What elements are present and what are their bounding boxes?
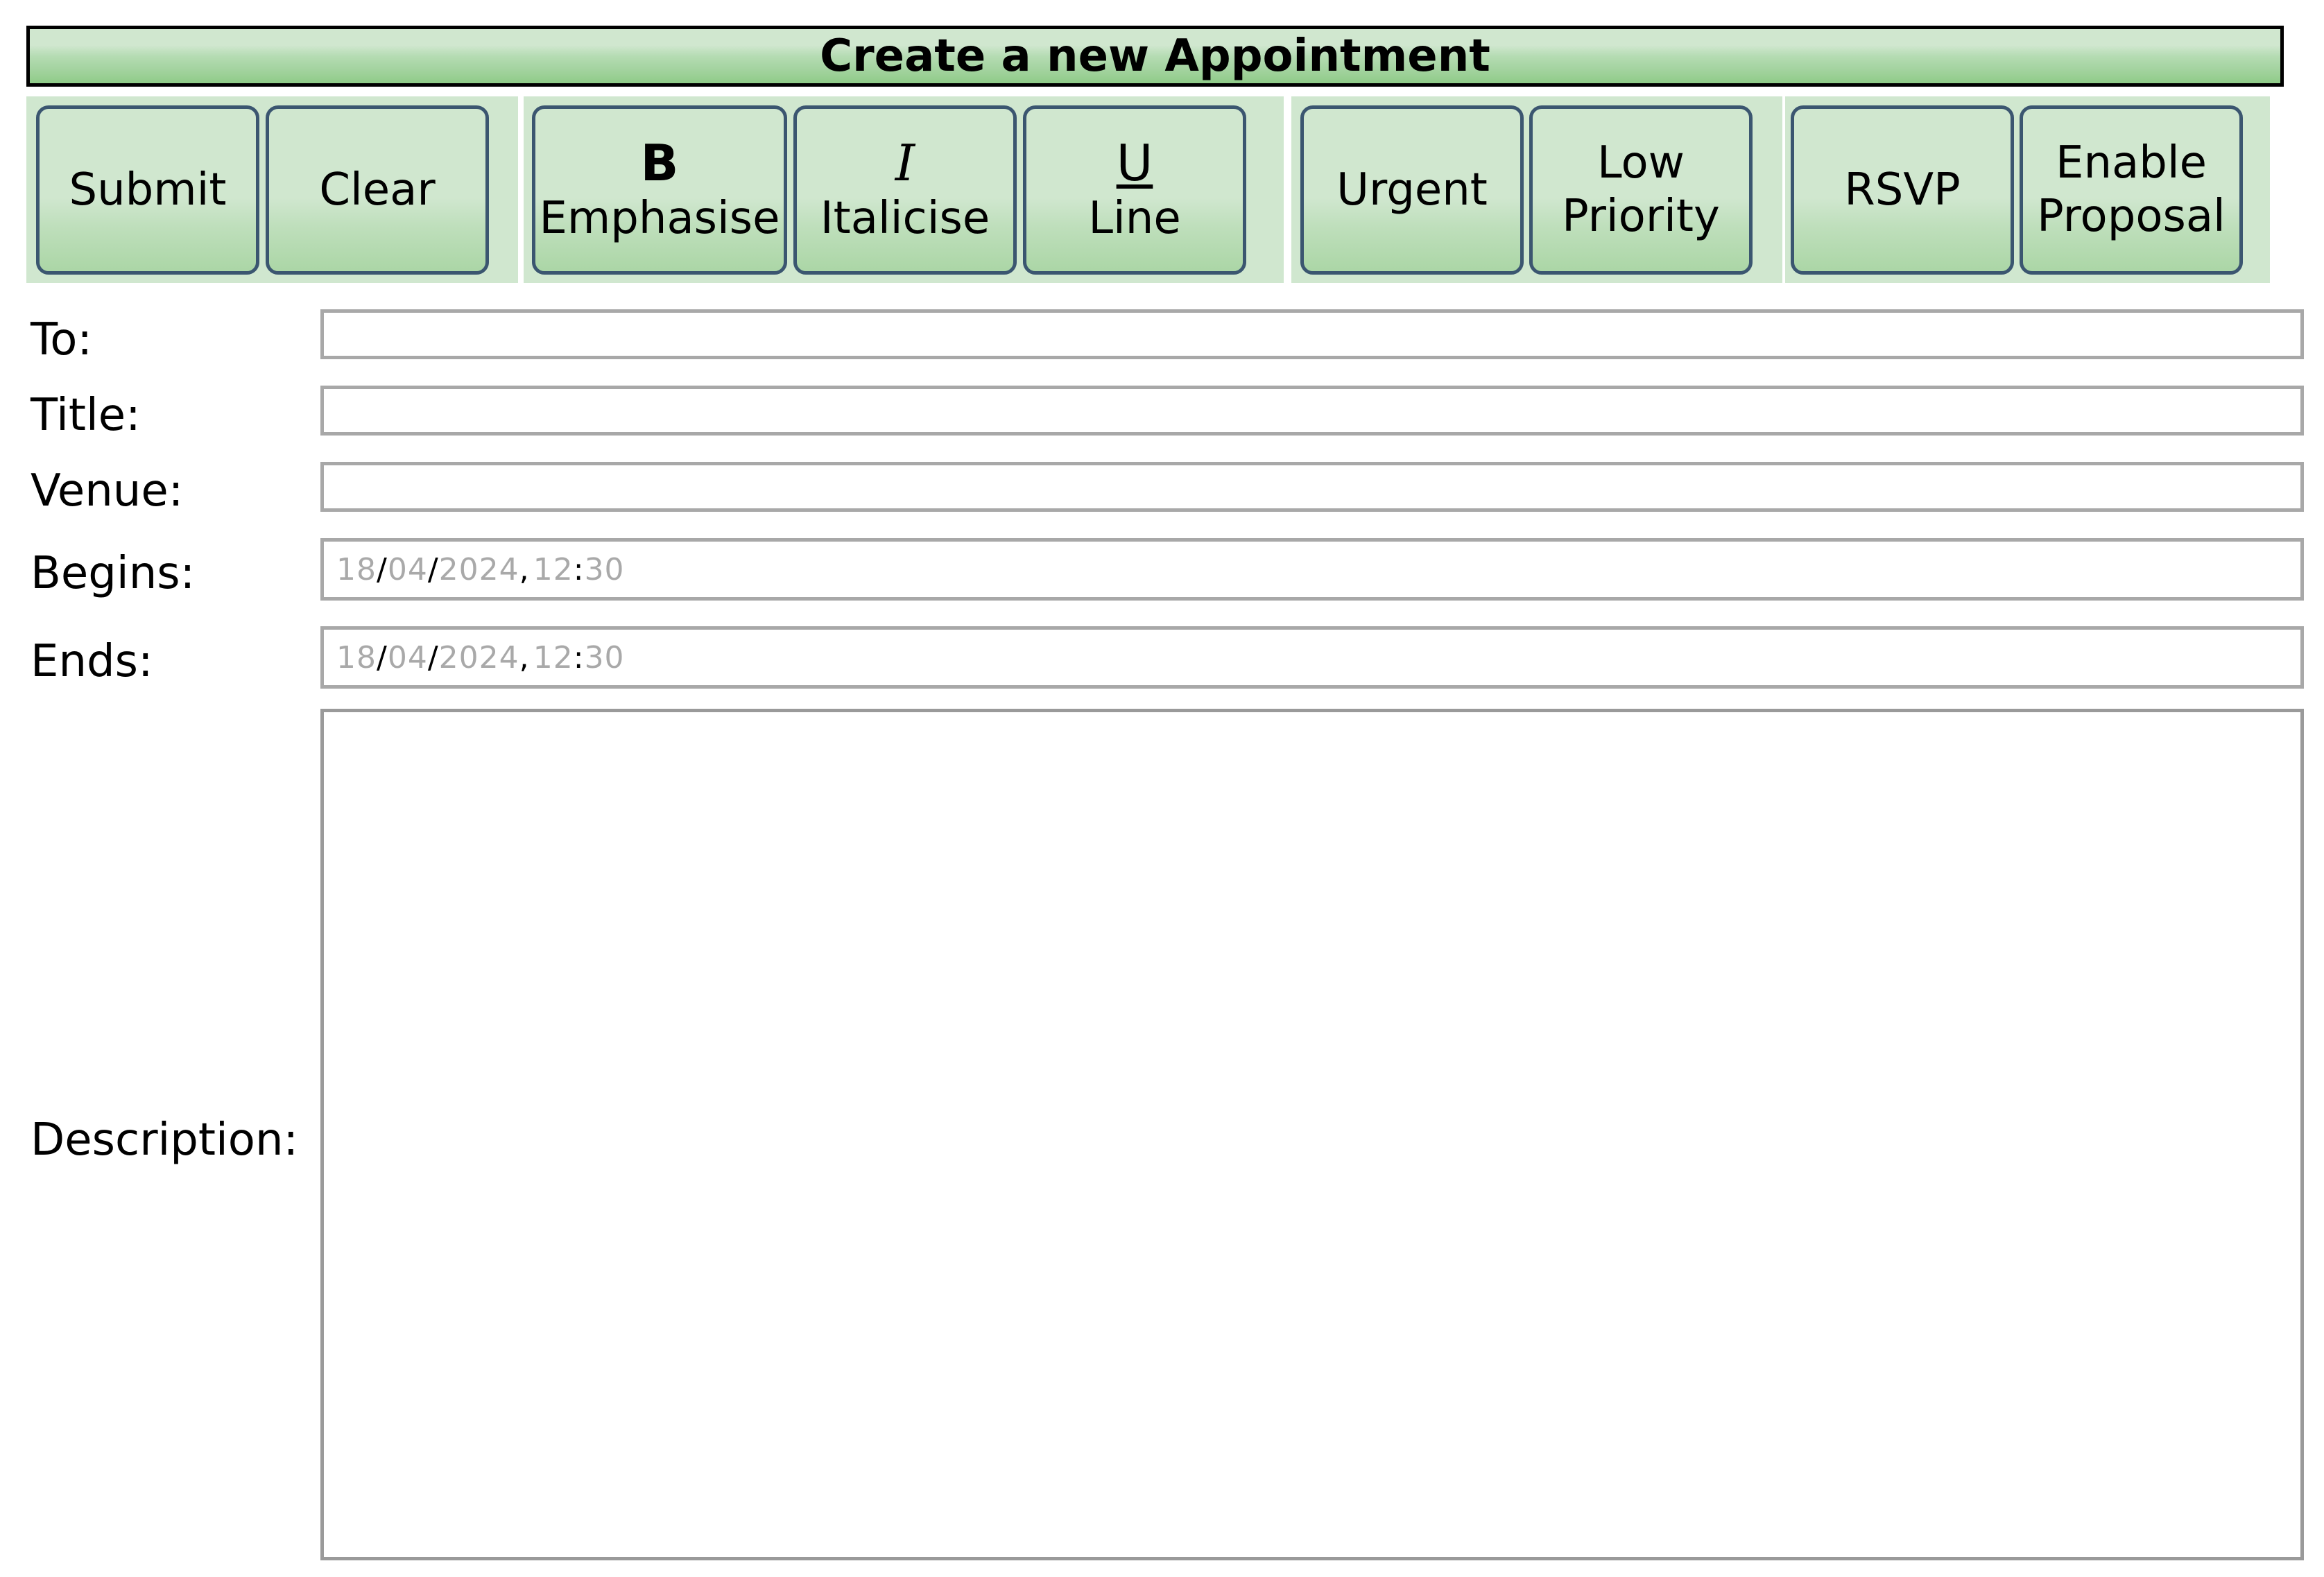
date-separator: / (377, 639, 388, 675)
to-input[interactable] (320, 309, 2304, 359)
emphasise-button-label: Emphasise (539, 193, 780, 244)
ends-hour[interactable]: 12 (533, 640, 574, 675)
low-priority-button-label: Low Priority (1562, 137, 1720, 242)
rsvp-button-label: RSVP (1844, 164, 1961, 216)
begins-day[interactable]: 18 (336, 552, 377, 587)
ends-day[interactable]: 18 (336, 640, 377, 675)
title-input[interactable] (320, 386, 2304, 436)
underline-icon: U (1116, 134, 1153, 193)
enable-proposal-button-label: Enable Proposal (2037, 137, 2226, 242)
begins-minute[interactable]: 30 (585, 552, 625, 587)
ends-datetime-input[interactable]: 18/04/2024, 12:30 (320, 626, 2304, 689)
ends-minute[interactable]: 30 (585, 640, 625, 675)
clear-button-label: Clear (319, 164, 436, 216)
low-priority-button[interactable]: Low Priority (1529, 105, 1753, 275)
underline-button-label: Line (1088, 193, 1181, 244)
toolbar-group-priority: Urgent Low Priority (1291, 96, 1782, 283)
ends-label: Ends: (31, 636, 153, 687)
to-label: To: (31, 314, 92, 365)
description-textarea[interactable] (320, 709, 2304, 1560)
venue-input[interactable] (320, 462, 2304, 512)
toolbar-group-actions: Submit Clear (26, 96, 518, 283)
date-separator: / (427, 551, 439, 587)
time-separator: : (573, 551, 585, 587)
ends-month[interactable]: 04 (388, 640, 428, 675)
italic-icon: I (895, 134, 915, 193)
date-separator: / (427, 639, 439, 675)
page-title: Create a new Appointment (820, 31, 1490, 82)
datetime-separator: , (519, 639, 530, 675)
time-separator: : (573, 639, 585, 675)
date-separator: / (377, 551, 388, 587)
urgent-button[interactable]: Urgent (1300, 105, 1524, 275)
begins-month[interactable]: 04 (388, 552, 428, 587)
emphasise-button[interactable]: B Emphasise (532, 105, 787, 275)
submit-button[interactable]: Submit (36, 105, 259, 275)
toolbar-group-formatting: B Emphasise I Italicise U Line (524, 96, 1284, 283)
rsvp-button[interactable]: RSVP (1791, 105, 2014, 275)
datetime-separator: , (519, 551, 530, 587)
form-title-bar: Create a new Appointment (26, 26, 2284, 87)
begins-year[interactable]: 2024 (439, 552, 519, 587)
description-label: Description: (31, 1114, 299, 1166)
enable-proposal-button[interactable]: Enable Proposal (2020, 105, 2243, 275)
ends-year[interactable]: 2024 (439, 640, 519, 675)
italicise-button-label: Italicise (820, 193, 990, 244)
begins-label: Begins: (31, 548, 196, 599)
title-label: Title: (31, 390, 141, 441)
italicise-button[interactable]: I Italicise (793, 105, 1017, 275)
begins-hour[interactable]: 12 (533, 552, 574, 587)
bold-icon: B (640, 134, 679, 193)
clear-button[interactable]: Clear (266, 105, 489, 275)
submit-button-label: Submit (69, 164, 227, 216)
toolbar-group-options: RSVP Enable Proposal (1785, 96, 2270, 283)
urgent-button-label: Urgent (1336, 164, 1488, 216)
underline-button[interactable]: U Line (1023, 105, 1246, 275)
begins-datetime-input[interactable]: 18/04/2024, 12:30 (320, 538, 2304, 601)
venue-label: Venue: (31, 465, 184, 517)
